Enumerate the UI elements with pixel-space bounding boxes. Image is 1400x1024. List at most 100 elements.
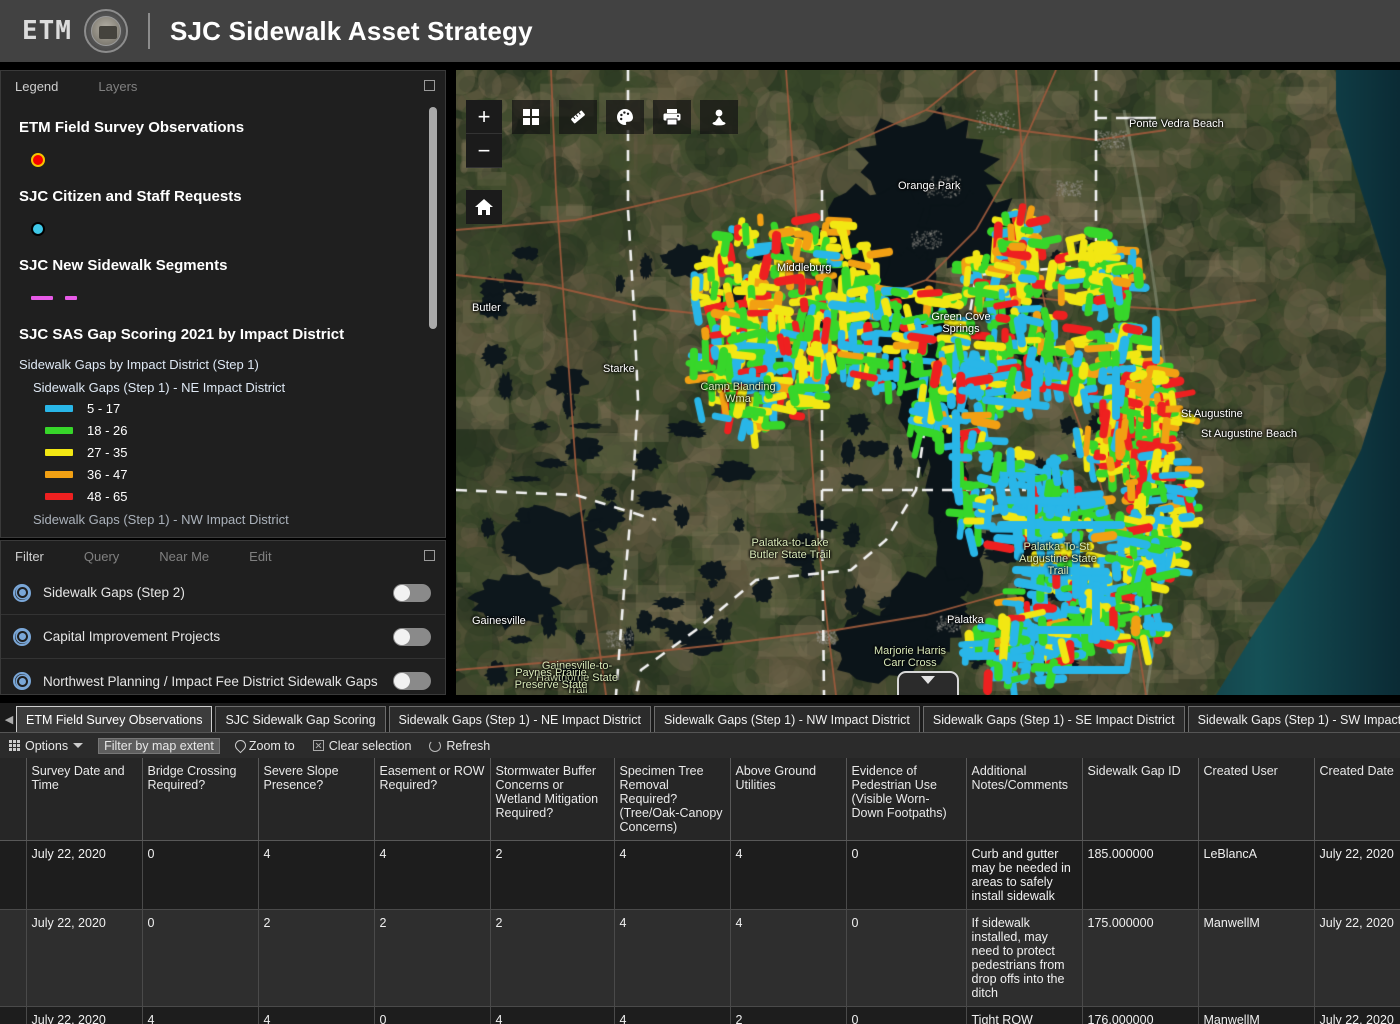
class-swatch (45, 427, 73, 434)
print-icon[interactable] (653, 100, 691, 134)
attribute-grid[interactable]: Survey Date and TimeBridge Crossing Requ… (0, 758, 1400, 1024)
basemap-gallery-icon[interactable] (512, 100, 550, 134)
map-widget-toolbar (512, 100, 738, 134)
table-cell[interactable]: July 22, 2020 (26, 910, 142, 1007)
column-header[interactable]: Created User (1198, 758, 1314, 841)
tab-gaps-ne-impact-district[interactable]: Sidewalk Gaps (Step 1) - NE Impact Distr… (389, 706, 651, 732)
table-cell[interactable]: 4 (730, 910, 846, 1007)
column-header[interactable]: Severe Slope Presence? (258, 758, 374, 841)
table-cell[interactable]: 2 (490, 841, 614, 910)
table-cell[interactable]: 2 (730, 1007, 846, 1024)
table-cell[interactable]: 4 (614, 910, 730, 1007)
tab-etm-field-survey-observations[interactable]: ETM Field Survey Observations (16, 706, 212, 732)
options-button[interactable]: Options (6, 738, 86, 754)
refresh-button[interactable]: Refresh (426, 738, 493, 754)
legend-scrollbar-thumb[interactable] (429, 107, 437, 329)
draw-icon[interactable] (606, 100, 644, 134)
table-cell[interactable]: 4 (142, 1007, 258, 1024)
column-header[interactable]: Sidewalk Gap ID (1082, 758, 1198, 841)
table-cell[interactable]: July 22, 2020 (26, 841, 142, 910)
table-cell[interactable]: 4 (374, 841, 490, 910)
table-row[interactable]: July 22, 20200442440Curb and gutter may … (0, 841, 1400, 910)
table-cell[interactable]: 4 (614, 1007, 730, 1024)
select-all-cell[interactable] (0, 758, 26, 841)
column-header[interactable]: Survey Date and Time (26, 758, 142, 841)
tab-near-me[interactable]: Near Me (159, 549, 209, 564)
point-cyan-icon (31, 222, 45, 236)
table-cell[interactable]: 0 (374, 1007, 490, 1024)
column-header[interactable]: Easement or ROW Required? (374, 758, 490, 841)
map-imagery[interactable] (456, 70, 1400, 695)
table-cell[interactable]: ManwellM (1198, 910, 1314, 1007)
table-cell[interactable]: 175.000000 (1082, 910, 1198, 1007)
column-header[interactable]: Created Date (1314, 758, 1400, 841)
tab-edit[interactable]: Edit (249, 549, 271, 564)
table-cell[interactable]: 4 (490, 1007, 614, 1024)
table-cell[interactable]: July 22, 2020 (1314, 841, 1400, 910)
tab-filter[interactable]: Filter (15, 549, 44, 564)
table-cell[interactable]: July 22, 2020 (26, 1007, 142, 1024)
table-cell[interactable]: 2 (490, 910, 614, 1007)
table-cell[interactable]: LeBlancA (1198, 841, 1314, 910)
filter-maximize-icon[interactable] (424, 550, 435, 561)
legend-class-header: Sidewalk Gaps (Step 1) - NE Impact Distr… (33, 380, 445, 395)
row-select-cell[interactable] (0, 1007, 26, 1024)
table-cell[interactable]: Curb and gutter may be needed in areas t… (966, 841, 1082, 910)
tab-query[interactable]: Query (84, 549, 119, 564)
class-label: 36 - 47 (87, 467, 127, 482)
table-cell[interactable]: 4 (730, 841, 846, 910)
tab-legend[interactable]: Legend (15, 79, 58, 94)
table-cell[interactable]: If sidewalk installed, may need to prote… (966, 910, 1082, 1007)
table-cell[interactable]: 2 (374, 910, 490, 1007)
measure-icon[interactable] (559, 100, 597, 134)
column-header[interactable]: Additional Notes/Comments (966, 758, 1082, 841)
table-cell[interactable]: 185.000000 (1082, 841, 1198, 910)
legend-maximize-icon[interactable] (424, 80, 435, 91)
tab-gaps-nw-impact-district[interactable]: Sidewalk Gaps (Step 1) - NW Impact Distr… (654, 706, 920, 732)
table-cell[interactable]: 4 (614, 841, 730, 910)
collapse-panel-handle[interactable] (897, 671, 959, 695)
legend-class-row: 27 - 35 (45, 445, 445, 460)
table-cell[interactable]: ManwellM (1198, 1007, 1314, 1024)
column-header[interactable]: Stormwater Buffer Concerns or Wetland Mi… (490, 758, 614, 841)
table-cell[interactable]: 0 (142, 910, 258, 1007)
table-cell[interactable]: 0 (142, 841, 258, 910)
home-icon[interactable] (466, 190, 502, 224)
zoom-to-button[interactable]: Zoom to (232, 738, 298, 754)
table-cell[interactable]: 4 (258, 1007, 374, 1024)
tabs-scroll-left-icon[interactable]: ◀ (2, 706, 16, 732)
map-view[interactable]: + − Ponte Vedra BeachOrange ParkMid (456, 70, 1400, 695)
tab-gaps-se-impact-district[interactable]: Sidewalk Gaps (Step 1) - SE Impact Distr… (923, 706, 1185, 732)
map-zoom-tools: + − (466, 100, 502, 224)
filter-toggle-northwest-planning[interactable] (393, 672, 431, 690)
column-header[interactable]: Specimen Tree Removal Required? (Tree/Oa… (614, 758, 730, 841)
zoom-in-icon[interactable]: + (466, 100, 502, 134)
locate-icon[interactable] (700, 100, 738, 134)
filter-toggle-sidewalk-gaps-step-2[interactable] (393, 584, 431, 602)
table-row[interactable]: July 22, 20204404420Tight ROW176.000000M… (0, 1007, 1400, 1024)
tab-layers[interactable]: Layers (98, 79, 137, 94)
column-header[interactable]: Above Ground Utilities (730, 758, 846, 841)
table-cell[interactable]: July 22, 2020 (1314, 1007, 1400, 1024)
table-cell[interactable]: July 22, 2020 (1314, 910, 1400, 1007)
table-cell[interactable]: 176.000000 (1082, 1007, 1198, 1024)
table-cell[interactable]: 0 (846, 910, 966, 1007)
row-select-cell[interactable] (0, 910, 26, 1007)
table-cell[interactable]: 0 (846, 841, 966, 910)
tab-gaps-sw-impact-district[interactable]: Sidewalk Gaps (Step 1) - SW Impact Distr… (1188, 706, 1400, 732)
table-row[interactable]: July 22, 20200222440If sidewalk installe… (0, 910, 1400, 1007)
table-cell[interactable]: 4 (258, 841, 374, 910)
table-cell[interactable]: Tight ROW (966, 1007, 1082, 1024)
table-cell[interactable]: 2 (258, 910, 374, 1007)
filter-toggle-capital-improvement-projects[interactable] (393, 628, 431, 646)
legend-scrollbar[interactable] (429, 107, 437, 507)
column-header[interactable]: Evidence of Pedestrian Use (Visible Worn… (846, 758, 966, 841)
column-header[interactable]: Bridge Crossing Required? (142, 758, 258, 841)
zoom-out-icon[interactable]: − (466, 134, 502, 168)
filter-label: Northwest Planning / Impact Fee District… (43, 674, 393, 689)
table-cell[interactable]: 0 (846, 1007, 966, 1024)
clear-selection-button[interactable]: Clear selection (310, 738, 415, 754)
tab-sjc-sidewalk-gap-scoring[interactable]: SJC Sidewalk Gap Scoring (215, 706, 385, 732)
filter-by-map-extent-button[interactable]: Filter by map extent (98, 738, 220, 754)
row-select-cell[interactable] (0, 841, 26, 910)
